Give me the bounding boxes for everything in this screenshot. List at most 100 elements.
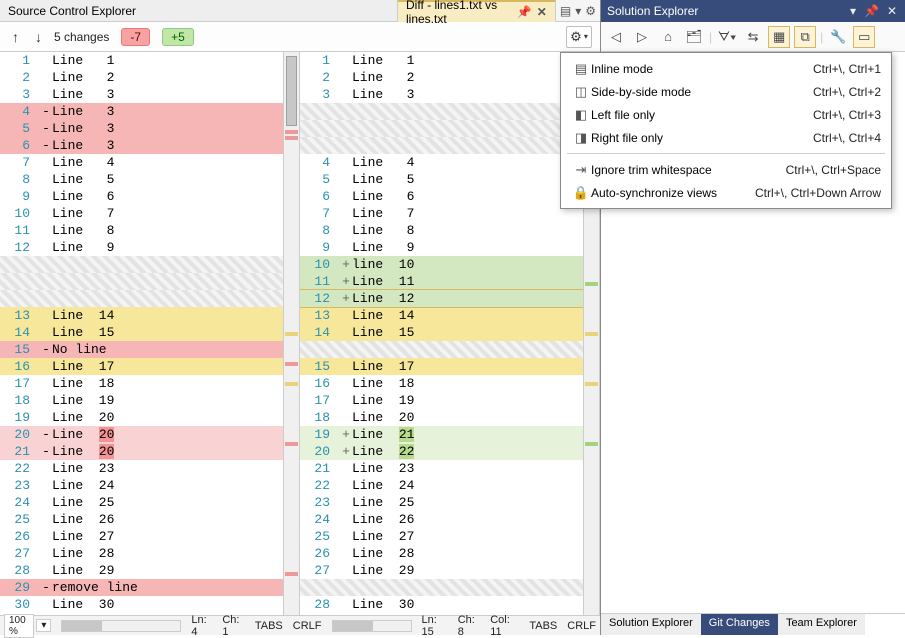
code-line[interactable]: 21Line 23 bbox=[300, 460, 599, 477]
code-line[interactable]: 19Line 20 bbox=[0, 409, 299, 426]
code-line[interactable]: 11+Line 11 bbox=[300, 273, 599, 290]
code-line[interactable]: 19+Line 21 bbox=[300, 426, 599, 443]
code-line[interactable]: 10+line 10 bbox=[300, 256, 599, 273]
code-line[interactable]: 6-Line 3 bbox=[0, 137, 299, 154]
switch-views-button[interactable]: 🗂 bbox=[683, 26, 705, 48]
menu-right-only[interactable]: ◨ Right file only Ctrl+\, Ctrl+4 bbox=[561, 126, 891, 149]
menu-ignore-whitespace[interactable]: ⇥ Ignore trim whitespace Ctrl+\, Ctrl+Sp… bbox=[561, 158, 891, 181]
code-line[interactable]: 7Line 7 bbox=[300, 205, 599, 222]
zoom-control[interactable]: 100 %▾ bbox=[4, 614, 51, 638]
code-line[interactable]: 17Line 19 bbox=[300, 392, 599, 409]
code-line[interactable] bbox=[0, 273, 299, 290]
code-line[interactable]: 18Line 20 bbox=[300, 409, 599, 426]
code-line[interactable]: 9Line 9 bbox=[300, 239, 599, 256]
preview-button[interactable]: ▭ bbox=[853, 26, 875, 48]
preview-icon[interactable]: ▤ bbox=[560, 4, 571, 18]
code-line[interactable] bbox=[300, 341, 599, 358]
forward-button[interactable]: ▷ bbox=[631, 26, 653, 48]
code-line[interactable]: 29-remove line bbox=[0, 579, 299, 596]
code-line[interactable]: 20-Line 20 bbox=[0, 426, 299, 443]
code-line[interactable]: 25Line 27 bbox=[300, 528, 599, 545]
code-line[interactable] bbox=[300, 103, 599, 120]
code-line[interactable] bbox=[300, 137, 599, 154]
code-line[interactable]: 24Line 25 bbox=[0, 494, 299, 511]
code-line[interactable]: 28Line 30 bbox=[300, 596, 599, 613]
diff-options-button[interactable]: ⚙ bbox=[566, 26, 592, 48]
code-line[interactable]: 15-No line bbox=[0, 341, 299, 358]
code-line[interactable]: 4Line 4 bbox=[300, 154, 599, 171]
bottom-tab-team[interactable]: Team Explorer bbox=[778, 614, 865, 635]
code-line[interactable]: 18Line 19 bbox=[0, 392, 299, 409]
code-line[interactable]: 3Line 3 bbox=[300, 86, 599, 103]
code-line[interactable]: 7Line 4 bbox=[0, 154, 299, 171]
code-line[interactable] bbox=[0, 256, 299, 273]
tab-diff[interactable]: Diff - lines1.txt vs lines.txt 📌 ✕ bbox=[398, 0, 556, 22]
left-hscroll[interactable]: ◂ bbox=[61, 620, 181, 632]
code-line[interactable]: 4-Line 3 bbox=[0, 103, 299, 120]
code-line[interactable]: 5Line 5 bbox=[300, 171, 599, 188]
next-change-button[interactable]: ↓ bbox=[31, 27, 46, 47]
code-line[interactable]: 23Line 25 bbox=[300, 494, 599, 511]
code-line[interactable]: 2Line 2 bbox=[300, 69, 599, 86]
close-icon[interactable]: ✕ bbox=[885, 4, 899, 18]
menu-auto-sync[interactable]: 🔒 Auto-synchronize views Ctrl+\, Ctrl+Do… bbox=[561, 181, 891, 204]
home-button[interactable]: ⌂ bbox=[657, 26, 679, 48]
code-line[interactable]: 9Line 6 bbox=[0, 188, 299, 205]
code-line[interactable] bbox=[300, 579, 599, 596]
code-line[interactable]: 26Line 28 bbox=[300, 545, 599, 562]
code-line[interactable]: 27Line 28 bbox=[0, 545, 299, 562]
code-line[interactable]: 15Line 17 bbox=[300, 358, 599, 375]
code-line[interactable]: 24Line 26 bbox=[300, 511, 599, 528]
code-line[interactable]: 2Line 2 bbox=[0, 69, 299, 86]
code-line[interactable]: 10Line 7 bbox=[0, 205, 299, 222]
code-line[interactable]: 25Line 26 bbox=[0, 511, 299, 528]
code-line[interactable]: 13Line 14 bbox=[0, 307, 299, 324]
code-line[interactable]: 12+Line 12 bbox=[300, 290, 599, 307]
pin-icon[interactable]: 📌 bbox=[862, 4, 881, 18]
code-line[interactable]: 8Line 5 bbox=[0, 171, 299, 188]
collapse-all-button[interactable]: ⧉ bbox=[794, 26, 816, 48]
pin-icon[interactable]: 📌 bbox=[517, 5, 532, 19]
filter-button[interactable]: ᗊ▾ bbox=[716, 26, 738, 48]
menu-left-only[interactable]: ◧ Left file only Ctrl+\, Ctrl+3 bbox=[561, 103, 891, 126]
left-scrollbar[interactable] bbox=[283, 52, 299, 615]
code-line[interactable]: 26Line 27 bbox=[0, 528, 299, 545]
show-all-files-button[interactable]: ▦ bbox=[768, 26, 790, 48]
prev-change-button[interactable]: ↑ bbox=[8, 27, 23, 47]
code-line[interactable]: 23Line 24 bbox=[0, 477, 299, 494]
code-line[interactable]: 12Line 9 bbox=[0, 239, 299, 256]
gear-small-icon[interactable]: ⚙ bbox=[585, 4, 596, 18]
close-icon[interactable]: ✕ bbox=[537, 5, 547, 19]
code-line[interactable]: 13Line 14 bbox=[300, 307, 599, 324]
code-line[interactable]: 17Line 18 bbox=[0, 375, 299, 392]
code-line[interactable]: 1Line 1 bbox=[300, 52, 599, 69]
code-line[interactable]: 5-Line 3 bbox=[0, 120, 299, 137]
tab-source-control[interactable]: Source Control Explorer bbox=[0, 0, 398, 21]
code-line[interactable]: 1Line 1 bbox=[0, 52, 299, 69]
bottom-tab-solution[interactable]: Solution Explorer bbox=[601, 614, 701, 635]
bottom-tab-git[interactable]: Git Changes bbox=[701, 614, 778, 635]
dropdown-icon[interactable]: ▾ bbox=[575, 4, 581, 18]
code-line[interactable]: 20+Line 22 bbox=[300, 443, 599, 460]
code-line[interactable]: 16Line 18 bbox=[300, 375, 599, 392]
code-line[interactable]: 30Line 30 bbox=[0, 596, 299, 613]
code-line[interactable]: 3Line 3 bbox=[0, 86, 299, 103]
code-line[interactable] bbox=[300, 120, 599, 137]
code-line[interactable]: 8Line 8 bbox=[300, 222, 599, 239]
code-line[interactable]: 22Line 23 bbox=[0, 460, 299, 477]
code-line[interactable]: 11Line 8 bbox=[0, 222, 299, 239]
code-line[interactable]: 21-Line 20 bbox=[0, 443, 299, 460]
code-line[interactable]: 22Line 24 bbox=[300, 477, 599, 494]
menu-inline-mode[interactable]: ▤ Inline mode Ctrl+\, Ctrl+1 bbox=[561, 57, 891, 80]
code-line[interactable]: 14Line 15 bbox=[0, 324, 299, 341]
properties-button[interactable]: 🔧 bbox=[827, 26, 849, 48]
menu-side-by-side[interactable]: ◫ Side-by-side mode Ctrl+\, Ctrl+2 bbox=[561, 80, 891, 103]
code-line[interactable]: 14Line 15 bbox=[300, 324, 599, 341]
right-hscroll[interactable] bbox=[332, 620, 412, 632]
code-line[interactable]: 27Line 29 bbox=[300, 562, 599, 579]
back-button[interactable]: ◁ bbox=[605, 26, 627, 48]
code-line[interactable] bbox=[0, 290, 299, 307]
sync-button[interactable]: ⇆ bbox=[742, 26, 764, 48]
code-line[interactable]: 28Line 29 bbox=[0, 562, 299, 579]
code-line[interactable]: 16Line 17 bbox=[0, 358, 299, 375]
